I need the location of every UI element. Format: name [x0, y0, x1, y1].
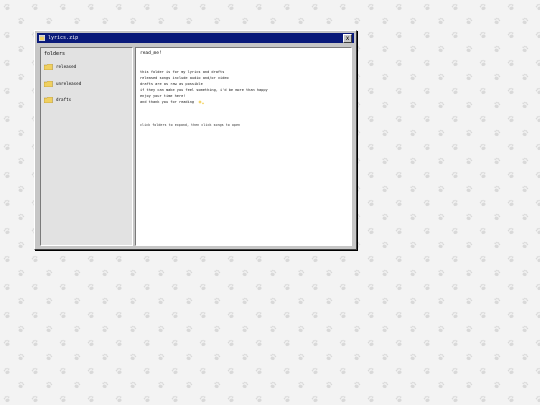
readme-title: read_me! [140, 51, 162, 56]
folders-sidebar: folders released unreleased drafts [40, 47, 133, 246]
sparkle-icon [198, 99, 205, 105]
folder-icon [44, 64, 53, 70]
sidebar-heading: folders [44, 51, 66, 57]
window-title: lyrics.zip [48, 35, 79, 41]
folder-label: drafts [56, 97, 72, 102]
lyrics-window: lyrics.zip x folders released unreleased… [34, 30, 357, 250]
readme-panel: read_me! this folder is for my lyrics an… [135, 47, 352, 246]
readme-line: and thank you for reading [140, 100, 195, 105]
window-folder-icon [39, 35, 45, 41]
window-titlebar[interactable]: lyrics.zip x [37, 33, 354, 43]
folder-label: released [56, 64, 77, 69]
folder-icon [44, 97, 53, 103]
usage-hint: click folders to expand, then click song… [140, 123, 241, 127]
folder-icon [44, 81, 53, 87]
readme-line-last: and thank you for reading [140, 99, 268, 105]
close-button[interactable]: x [343, 34, 352, 43]
close-icon: x [345, 35, 350, 42]
readme-text: this folder is for my lyrics and drafts … [140, 69, 268, 106]
folder-label: unreleased [56, 81, 82, 86]
